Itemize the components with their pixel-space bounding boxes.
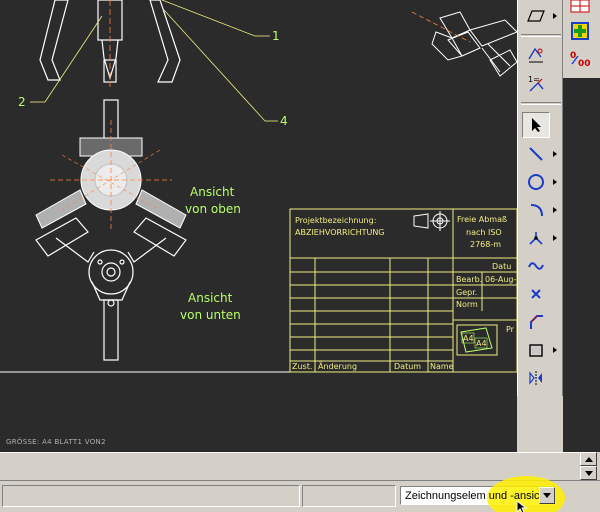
cross-button[interactable]	[522, 281, 550, 307]
hatch-icon: 1=	[528, 75, 544, 92]
svg-text:00: 00	[578, 59, 591, 69]
arc-button[interactable]	[522, 197, 550, 223]
zero-values-button[interactable]: 0 00	[569, 48, 593, 70]
point-icon	[529, 232, 543, 245]
view-bottom-label-2: von unten	[180, 308, 241, 322]
callout-4: 4	[280, 114, 288, 128]
caret-up-icon	[584, 456, 593, 462]
chevron-down-icon	[543, 493, 551, 498]
point-flyout-arrow[interactable]	[553, 235, 557, 241]
line-icon	[529, 147, 543, 161]
project-name: ABZIEHVORRICHTUNG	[295, 228, 385, 237]
rectangle-flyout-arrow[interactable]	[553, 347, 557, 353]
hatch-button[interactable]: 1=	[522, 70, 550, 96]
rectangle-button[interactable]	[522, 337, 550, 363]
aenderung-label: Änderung	[318, 361, 357, 371]
dropdown-button[interactable]	[539, 487, 555, 504]
dimension-button[interactable]	[522, 42, 550, 68]
bottom-view	[35, 217, 187, 361]
chamfer-button[interactable]	[522, 309, 550, 335]
add-part-icon	[571, 22, 589, 40]
name-label: Name	[430, 362, 454, 371]
table-icon	[570, 0, 590, 13]
bearb-date: 06-Aug-	[485, 275, 517, 284]
select-button[interactable]	[522, 112, 550, 138]
cross-icon	[531, 289, 541, 299]
cad-window: 1 2 4 Ansicht von oben Ansicht von unten…	[0, 0, 600, 512]
parallelogram-button[interactable]	[522, 3, 550, 29]
add-part-button[interactable]	[569, 20, 591, 42]
zust-label: Zust.	[292, 362, 312, 371]
project-label: Projektbezeichnung:	[295, 216, 376, 225]
tolerance-line2: nach ISO	[466, 228, 502, 237]
spin-up-button[interactable]	[580, 452, 597, 466]
circle-flyout-arrow[interactable]	[553, 179, 557, 185]
bearb-label: Bearb.	[456, 275, 482, 284]
view-top-label-2: von oben	[185, 202, 241, 216]
line-button[interactable]	[522, 141, 550, 167]
sheet-status: GRÖSSE: A4 BLATT1 VON2	[6, 437, 106, 446]
drawing-toolbar: 1=	[517, 0, 563, 396]
datum-header: Datu	[492, 262, 511, 271]
pr-label: Pr	[506, 325, 515, 334]
callout-leaders	[30, 0, 278, 122]
arc-flyout-arrow[interactable]	[553, 207, 557, 213]
drawing-canvas[interactable]: 1 2 4 Ansicht von oben Ansicht von unten…	[0, 0, 517, 452]
extra-toolbar: 0 00	[563, 0, 600, 78]
callout-1: 1	[272, 29, 280, 43]
canvas-extension	[563, 78, 600, 452]
point-button[interactable]	[522, 225, 550, 251]
mouse-cursor-icon	[516, 500, 528, 512]
toolbar-separator	[521, 102, 561, 105]
circle-icon	[528, 174, 544, 190]
tolerance-line1: Freie Abmaß	[457, 215, 507, 224]
horizontal-scroll-area	[0, 452, 580, 480]
mirror-button[interactable]	[522, 365, 550, 391]
gepr-label: Gepr.	[456, 288, 477, 297]
dimension-icon	[528, 47, 543, 63]
status-pane-message	[2, 485, 300, 507]
caret-down-icon	[584, 470, 593, 476]
arc-icon	[530, 204, 543, 217]
tolerance-line3: 2768-m	[470, 240, 501, 249]
datum-label: Datum	[394, 362, 421, 371]
top-view	[35, 99, 187, 230]
company-logo: A4 A4	[456, 324, 498, 356]
drawing-sheet: 1 2 4 Ansicht von oben Ansicht von unten…	[0, 0, 517, 446]
logo-b: A4	[476, 339, 487, 348]
projection-symbol-icon	[413, 211, 450, 231]
view-top-label-1: Ansicht	[190, 185, 235, 199]
circle-button[interactable]	[522, 169, 550, 195]
chamfer-icon	[530, 315, 543, 329]
spline-button[interactable]	[522, 253, 550, 279]
isometric-part	[431, 11, 517, 77]
mirror-icon	[529, 371, 542, 385]
table-button[interactable]	[569, 0, 591, 14]
select-arrow-icon	[532, 118, 541, 132]
spin-down-button[interactable]	[580, 466, 597, 480]
values-icon: 000	[570, 51, 591, 69]
parallelogram-icon	[527, 10, 545, 22]
status-pane-coords	[302, 485, 396, 507]
norm-label: Norm	[456, 300, 478, 309]
spline-icon	[528, 262, 544, 270]
line-flyout-arrow[interactable]	[553, 151, 557, 157]
toolbar-separator	[521, 34, 561, 37]
parallelogram-flyout-arrow[interactable]	[553, 13, 557, 19]
rectangle-icon	[529, 344, 543, 357]
callout-2: 2	[18, 95, 26, 109]
zoom-spinner	[580, 452, 597, 480]
logo-a: A4	[463, 334, 474, 343]
view-bottom-label-1: Ansicht	[188, 291, 233, 305]
